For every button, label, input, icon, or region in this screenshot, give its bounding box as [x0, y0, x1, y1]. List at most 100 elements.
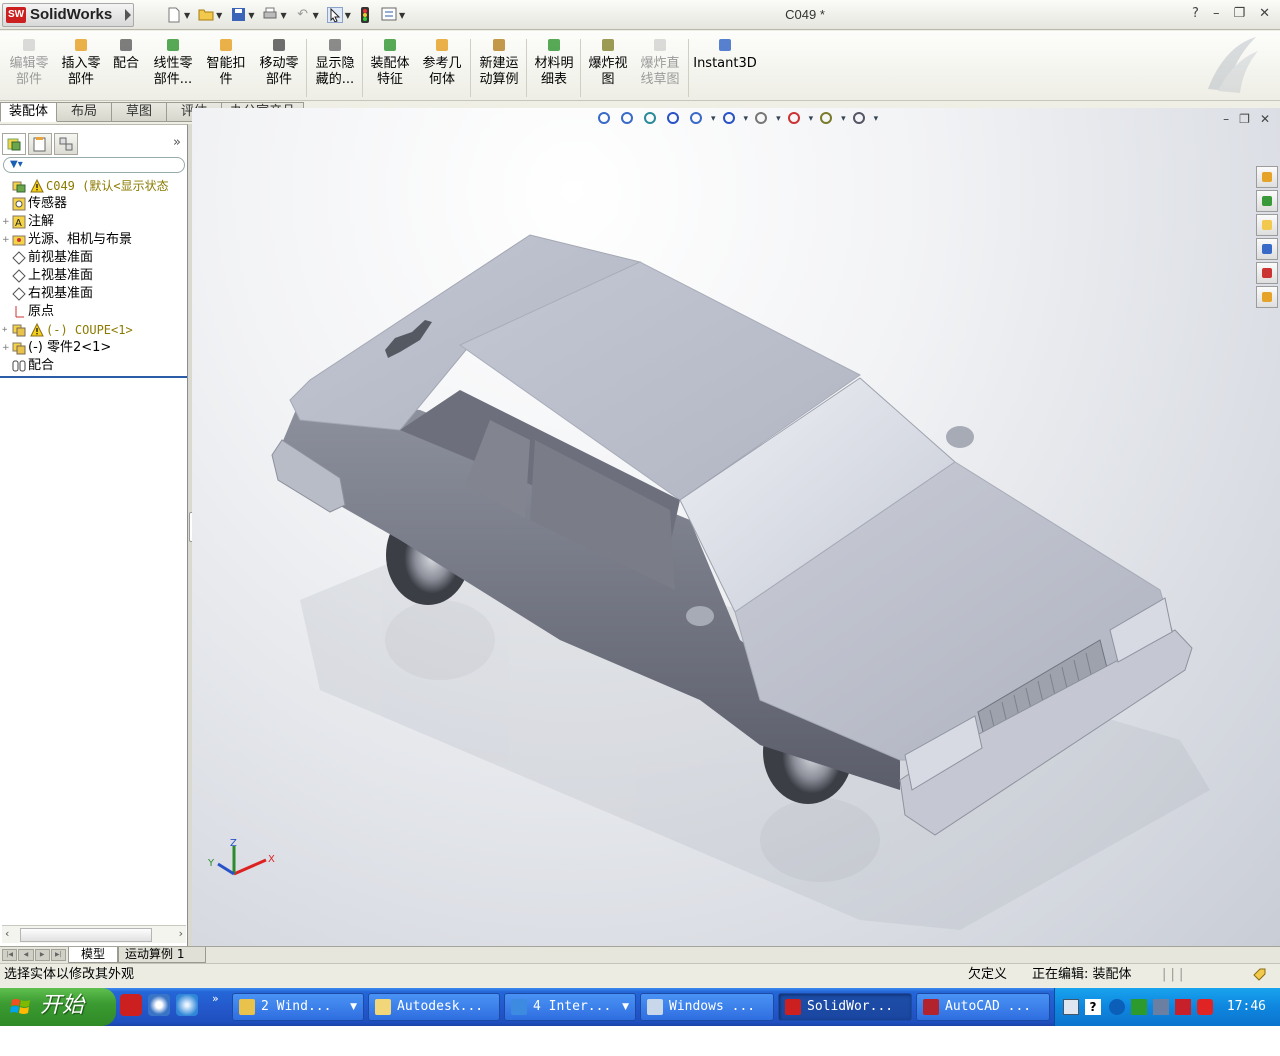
scroll-thumb[interactable]: [20, 928, 152, 942]
hide-show-items-icon[interactable]: [753, 110, 771, 128]
hide-show-items-dropdown-icon[interactable]: ▾: [776, 114, 781, 124]
view-settings-dropdown-icon[interactable]: ▾: [874, 114, 879, 124]
solidworks-launch-icon[interactable]: [120, 994, 142, 1016]
zoom-area-icon[interactable]: [619, 110, 637, 128]
cmd-button-4[interactable]: 智能扣件: [202, 36, 250, 98]
cmd-button-7[interactable]: 装配体 特征: [366, 36, 414, 98]
appearances-icon[interactable]: [1256, 262, 1278, 284]
feature-tree-tab[interactable]: [2, 133, 26, 155]
open-dropdown-icon[interactable]: ▼: [216, 11, 222, 20]
tree-item[interactable]: + 光源、相机与布景: [2, 231, 132, 249]
taskbar-button[interactable]: Autodesk...: [368, 993, 500, 1021]
file-explorer-icon[interactable]: [1256, 214, 1278, 236]
cmd-button-5[interactable]: 移动零 部件: [254, 36, 304, 98]
keyboard-icon[interactable]: [1063, 999, 1079, 1015]
edit-appearance-icon[interactable]: [786, 110, 804, 128]
tree-item[interactable]: C049 (默认<显示状态: [2, 177, 169, 195]
select-icon[interactable]: [326, 7, 343, 23]
cmd-button-9[interactable]: 新建运 动算例: [474, 36, 524, 98]
help-tray-icon[interactable]: ?: [1085, 999, 1101, 1015]
tree-item[interactable]: 配合: [2, 357, 54, 375]
group-dropdown-icon[interactable]: ▼: [622, 994, 629, 1020]
scroll-left-icon[interactable]: ‹: [5, 927, 9, 940]
taskbar-button[interactable]: 4 Inter... ▼: [504, 993, 636, 1021]
last-tab-button[interactable]: ▶|: [50, 949, 66, 961]
custom-properties-icon[interactable]: [1256, 286, 1278, 308]
tree-item[interactable]: + (-) 零件2<1>: [2, 339, 111, 357]
network-icon[interactable]: [1131, 999, 1147, 1015]
tree-item[interactable]: 右视基准面: [2, 285, 93, 303]
tab-layout[interactable]: 布局: [57, 102, 113, 122]
solidworks-menu-button[interactable]: SW SolidWorks: [2, 3, 134, 27]
options-dropdown-icon[interactable]: ▼: [399, 11, 405, 20]
previous-view-icon[interactable]: [642, 110, 660, 128]
view-palette-icon[interactable]: [1256, 238, 1278, 260]
close-button[interactable]: ✕: [1259, 6, 1270, 21]
taskbar-button[interactable]: 2 Wind... ▼: [232, 993, 364, 1021]
save-icon[interactable]: [230, 7, 246, 23]
apply-scene-dropdown-icon[interactable]: ▾: [841, 114, 846, 124]
start-button[interactable]: 开始: [0, 988, 116, 1026]
display-style-dropdown-icon[interactable]: ▾: [744, 114, 749, 124]
tree-horizontal-scrollbar[interactable]: ‹ ›: [2, 925, 186, 943]
display-style-icon[interactable]: [721, 110, 739, 128]
view-orientation-dropdown-icon[interactable]: ▾: [711, 114, 716, 124]
doc-restore-button[interactable]: ❐: [1239, 112, 1250, 126]
cmd-button-12[interactable]: 爆炸直 线草图: [636, 36, 684, 98]
antivirus-icon[interactable]: [1175, 999, 1191, 1015]
group-dropdown-icon[interactable]: ▼: [350, 994, 357, 1020]
tree-item[interactable]: 传感器: [2, 195, 67, 213]
taskbar-button[interactable]: Windows ...: [640, 993, 774, 1021]
tree-item[interactable]: + (-) COUPE<1>: [2, 321, 133, 339]
zoom-to-fit-icon[interactable]: [596, 110, 614, 128]
view-orientation-icon[interactable]: [688, 110, 706, 128]
tab-motion-study[interactable]: 运动算例 1: [118, 947, 206, 963]
cmd-button-10[interactable]: 材料明 细表: [530, 36, 578, 98]
tab-model[interactable]: 模型: [68, 947, 118, 963]
tree-item[interactable]: + A 注解: [2, 213, 54, 231]
graphics-area[interactable]: [192, 108, 1280, 946]
taskbar-button[interactable]: SolidWor...: [778, 993, 912, 1021]
edit-appearance-dropdown-icon[interactable]: ▾: [809, 114, 814, 124]
tab-sketch[interactable]: 草图: [112, 102, 168, 122]
cmd-button-3[interactable]: 线性零 部件...: [148, 36, 198, 98]
home-icon[interactable]: [1256, 166, 1278, 188]
first-tab-button[interactable]: |◀: [2, 949, 18, 961]
cmd-button-6[interactable]: 显示隐 藏的...: [310, 36, 360, 98]
tree-item[interactable]: 原点: [2, 303, 54, 321]
open-icon[interactable]: [198, 7, 214, 23]
property-manager-tab[interactable]: [28, 133, 52, 155]
cmd-button-1[interactable]: 插入零 部件: [56, 36, 106, 98]
design-library-icon[interactable]: [1256, 190, 1278, 212]
tree-item[interactable]: 前视基准面: [2, 249, 93, 267]
security-icon[interactable]: [1197, 999, 1213, 1015]
print-icon[interactable]: [262, 7, 278, 23]
expand-toggle[interactable]: +: [2, 321, 10, 339]
cmd-button-11[interactable]: 爆炸视图: [584, 36, 632, 98]
internet-explorer-icon[interactable]: [176, 994, 198, 1016]
doc-close-button[interactable]: ✕: [1260, 112, 1270, 126]
prev-tab-button[interactable]: ◀: [18, 949, 34, 961]
view-settings-icon[interactable]: [851, 110, 869, 128]
taskbar-button[interactable]: AutoCAD ...: [916, 993, 1050, 1021]
cmd-button-8[interactable]: 参考几 何体: [418, 36, 466, 98]
save-dropdown-icon[interactable]: ▼: [248, 11, 254, 20]
help-button[interactable]: ?: [1192, 6, 1199, 21]
options-icon[interactable]: [381, 7, 397, 23]
expand-toggle[interactable]: +: [2, 213, 10, 231]
next-tab-button[interactable]: ▶: [34, 949, 50, 961]
collapse-tray-icon[interactable]: [1109, 999, 1125, 1015]
undo-dropdown-icon[interactable]: ▼: [313, 11, 319, 20]
configuration-manager-tab[interactable]: [54, 133, 78, 155]
rebuild-icon[interactable]: [357, 7, 373, 23]
car-model-render[interactable]: [192, 108, 1280, 946]
section-view-icon[interactable]: [665, 110, 683, 128]
new-dropdown-icon[interactable]: ▼: [184, 11, 190, 20]
apply-scene-icon[interactable]: [818, 110, 836, 128]
tree-item[interactable]: 上视基准面: [2, 267, 93, 285]
undo-icon[interactable]: ↶: [295, 7, 311, 23]
expand-toggle[interactable]: +: [2, 231, 10, 249]
quick-launch-more[interactable]: »: [212, 992, 219, 1005]
cmd-button-0[interactable]: 编辑零 部件: [4, 36, 54, 98]
tree-filter-input[interactable]: ▼▾: [3, 157, 185, 173]
